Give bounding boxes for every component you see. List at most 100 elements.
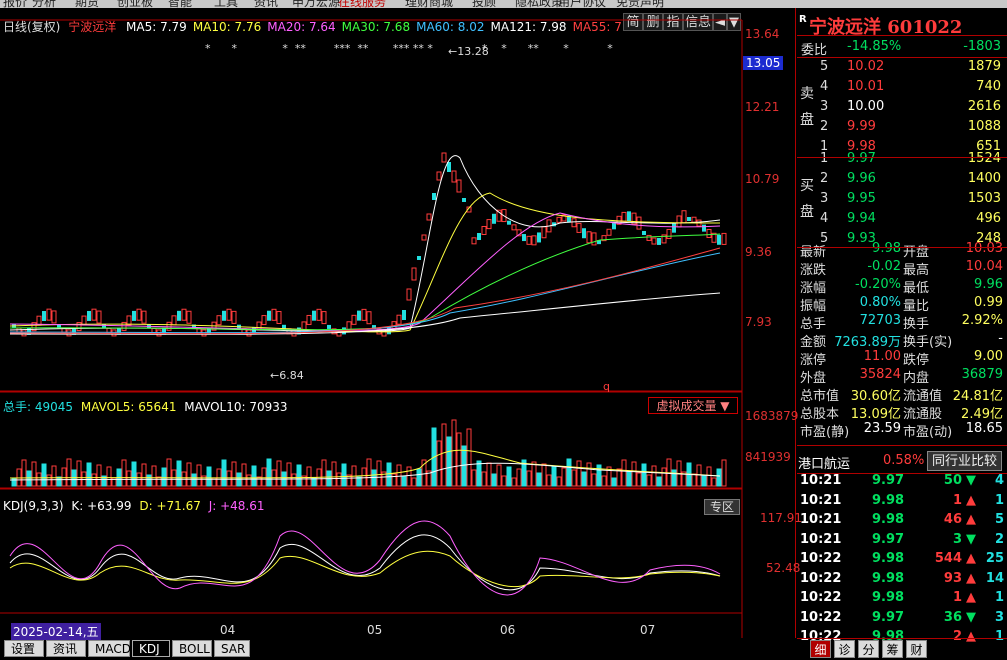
candle (402, 310, 406, 320)
industry-compare-button[interactable]: 同行业比较 (927, 451, 1002, 471)
sector-name[interactable]: 港口航运 (798, 453, 850, 472)
menu-item-13[interactable]: 免责声明 (616, 0, 664, 8)
candle (366, 311, 372, 325)
weibi-value: -14.85% (847, 39, 902, 54)
candle (181, 308, 187, 321)
candle (396, 314, 402, 325)
orderbook-row[interactable]: 3 10.00 2616 (797, 99, 1007, 119)
orderbook-row[interactable]: 4 9.94 496 (797, 211, 1007, 231)
volume-bar (641, 463, 647, 487)
menu-item-7[interactable]: 申万宏源 (292, 0, 340, 8)
tick-row: 10:21 9.98 1 ▲ 1 (797, 493, 1007, 512)
tab-资讯[interactable]: 资讯 (46, 640, 86, 657)
tick-price: 9.97 (872, 609, 905, 625)
orderbook-row[interactable]: 1 9.97 1524 (797, 151, 1007, 171)
menu-item-5[interactable]: 工具 (214, 0, 238, 8)
price-label-5: 7.93 (745, 315, 772, 329)
orderbook-volume: 1503 (967, 191, 1001, 206)
menu-item-12[interactable]: 用户协议 (558, 0, 606, 8)
menu-item-2[interactable]: 期货 (75, 0, 99, 8)
volume-bar (51, 465, 57, 487)
right-tab-4[interactable]: 财 (906, 640, 927, 658)
volume-bar (56, 476, 62, 487)
menu-item-4[interactable]: 智能 (168, 0, 192, 8)
volume-bar (486, 462, 492, 487)
kdj-d: D: +71.67 (139, 499, 201, 513)
stat-value: 13.09亿 (850, 407, 901, 422)
tab-sar[interactable]: SAR (214, 640, 250, 657)
volume-bar (46, 474, 52, 487)
right-tab-1[interactable]: 诊 (834, 640, 855, 658)
volume-bar (491, 473, 497, 487)
arrow-down-icon: ▼ (966, 609, 976, 625)
candle (351, 314, 357, 325)
orderbook-level: 4 (820, 79, 829, 94)
menu-item-0[interactable]: 报价 (3, 0, 27, 8)
tab-kdj[interactable]: KDJ (132, 640, 170, 657)
orderbook-row[interactable]: 4 10.01 740 (797, 79, 1007, 99)
stat-label: 换手 (903, 317, 930, 332)
volume-bar (276, 460, 282, 487)
event-markers: * * * ** *** ** *** ** * * * ** * * (205, 42, 613, 55)
menu-item-1[interactable]: 分析 (32, 0, 56, 8)
stat-row: 总手 72703 换手 2.92% (797, 313, 1007, 332)
kdj-j: J: +48.61 (208, 499, 265, 513)
virtual-volume-button[interactable]: 虚拟成交量 ▼ (648, 397, 738, 414)
orderbook-price: 10.00 (847, 99, 885, 114)
menu-item-9[interactable]: 理财商城 (405, 0, 453, 8)
candle (171, 315, 177, 326)
right-tab-2[interactable]: 分 (858, 640, 879, 658)
tick-volume: 93 (943, 570, 962, 586)
candle (126, 315, 132, 326)
candle (511, 224, 517, 231)
candle (51, 310, 57, 324)
tab-设置[interactable]: 设置 (4, 640, 44, 657)
panel-separator (797, 638, 1007, 639)
menu-item-8[interactable]: 在线服务 (338, 0, 386, 8)
volume-bar (526, 470, 532, 487)
arrow-up-icon: ▲ (966, 551, 976, 566)
weibi-label: 委比 (801, 43, 828, 58)
stat-value: 7263.89万 (834, 335, 901, 350)
stat-label: 跌停 (903, 353, 930, 368)
right-tab-0[interactable]: 细 (810, 640, 831, 658)
stat-value: - (998, 331, 1003, 346)
volume-bar (191, 473, 197, 487)
stat-value: 2.92% (961, 313, 1003, 328)
orderbook-volume: 1524 (967, 151, 1001, 166)
kline-chart[interactable]: ←13.28←6.84q (0, 8, 796, 638)
volume-bar (246, 474, 252, 487)
volume-bar (511, 477, 517, 487)
volume-bar (176, 460, 182, 487)
menu-item-11[interactable]: 隐私政策 (515, 0, 563, 8)
candle (717, 234, 721, 245)
volume-bar (436, 440, 442, 487)
orderbook-row[interactable]: 5 10.02 1879 (797, 59, 1007, 79)
candle (361, 308, 367, 321)
orderbook-row[interactable]: 2 9.99 1088 (797, 119, 1007, 139)
volume-bar (11, 477, 17, 487)
orderbook-row[interactable]: 2 9.96 1400 (797, 171, 1007, 191)
tab-macd[interactable]: MACD (88, 640, 131, 657)
tab-boll[interactable]: BOLL (172, 640, 212, 657)
volume-bar (261, 467, 267, 487)
stat-label: 流通股 (903, 407, 943, 422)
kdj-axis-label-high: 117.91 (760, 511, 802, 525)
volume-bar (31, 461, 37, 487)
tick-count: 25 (985, 551, 1004, 566)
menu-item-6[interactable]: 资讯 (254, 0, 278, 8)
volume-bar (86, 462, 92, 487)
right-tab-3[interactable]: 筹 (882, 640, 903, 658)
stat-label: 内盘 (903, 371, 930, 386)
month-label-0: 04 (220, 623, 236, 637)
stat-label: 流通值 (903, 389, 943, 404)
stat-label: 市盈(静) (800, 425, 850, 440)
zone-button[interactable]: 专区 (704, 499, 740, 515)
candle (706, 229, 712, 239)
stat-label: 开盘 (903, 245, 930, 260)
orderbook-row[interactable]: 3 9.95 1503 (797, 191, 1007, 211)
volume-bar (336, 472, 342, 487)
menu-item-10[interactable]: 投顾 (472, 0, 496, 8)
menu-item-3[interactable]: 创业板 (117, 0, 153, 8)
kdj-title: KDJ(9,3,3) (3, 499, 64, 513)
